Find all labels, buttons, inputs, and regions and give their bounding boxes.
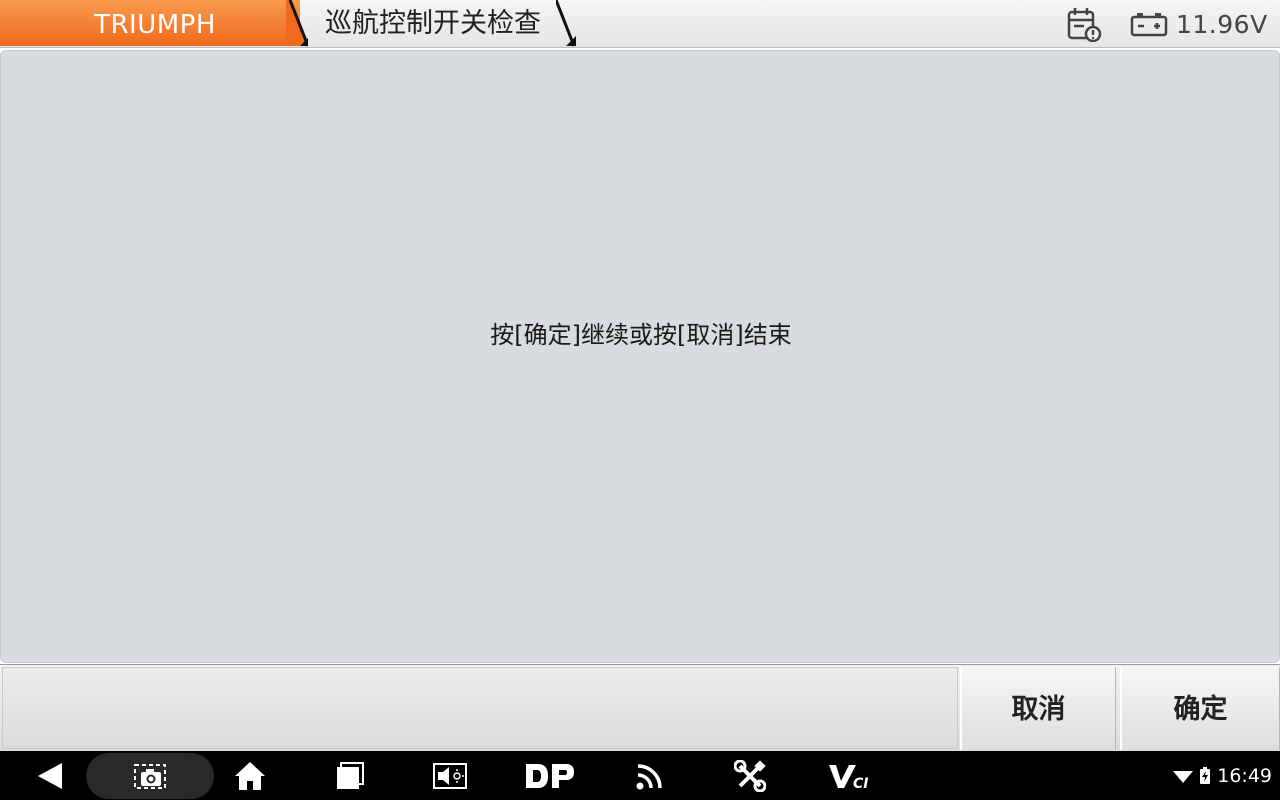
breadcrumb-chevron-icon bbox=[556, 0, 576, 47]
wifi-signal-icon[interactable] bbox=[632, 751, 668, 800]
recents-icon[interactable] bbox=[330, 751, 370, 800]
brand-label[interactable]: TRIUMPH bbox=[0, 0, 310, 48]
message-panel: 按[确定]继续或按[取消]结束 bbox=[0, 50, 1280, 663]
screenshot-icon[interactable] bbox=[130, 751, 170, 800]
clock: 16:49 bbox=[1217, 764, 1272, 787]
volume-icon[interactable] bbox=[430, 751, 470, 800]
system-nav-bar: CI 16:49 bbox=[0, 751, 1280, 800]
breadcrumb[interactable]: 巡航控制开关检查 bbox=[325, 0, 541, 48]
action-bar: 取消 确定 bbox=[0, 664, 1280, 751]
action-bar-spacer bbox=[2, 667, 958, 749]
back-icon[interactable] bbox=[30, 751, 70, 800]
cancel-button[interactable]: 取消 bbox=[960, 667, 1116, 750]
calendar-alert-icon[interactable] bbox=[1066, 6, 1102, 42]
battery-voltage: 11.96V bbox=[1176, 10, 1268, 39]
tools-icon[interactable] bbox=[732, 751, 768, 800]
dp-icon[interactable] bbox=[522, 751, 578, 800]
status-area: 16:49 bbox=[1173, 751, 1272, 800]
wifi-icon bbox=[1173, 770, 1194, 783]
home-icon[interactable] bbox=[230, 751, 270, 800]
instruction-message: 按[确定]继续或按[取消]结束 bbox=[490, 321, 792, 349]
svg-text:CI: CI bbox=[853, 776, 868, 790]
ok-button[interactable]: 确定 bbox=[1120, 667, 1280, 750]
battery-charging-icon bbox=[1200, 766, 1211, 784]
vci-icon[interactable]: CI bbox=[826, 751, 874, 800]
battery-icon bbox=[1130, 13, 1168, 37]
top-bar: TRIUMPH 巡航控制开关检查 11.96V bbox=[0, 0, 1280, 48]
